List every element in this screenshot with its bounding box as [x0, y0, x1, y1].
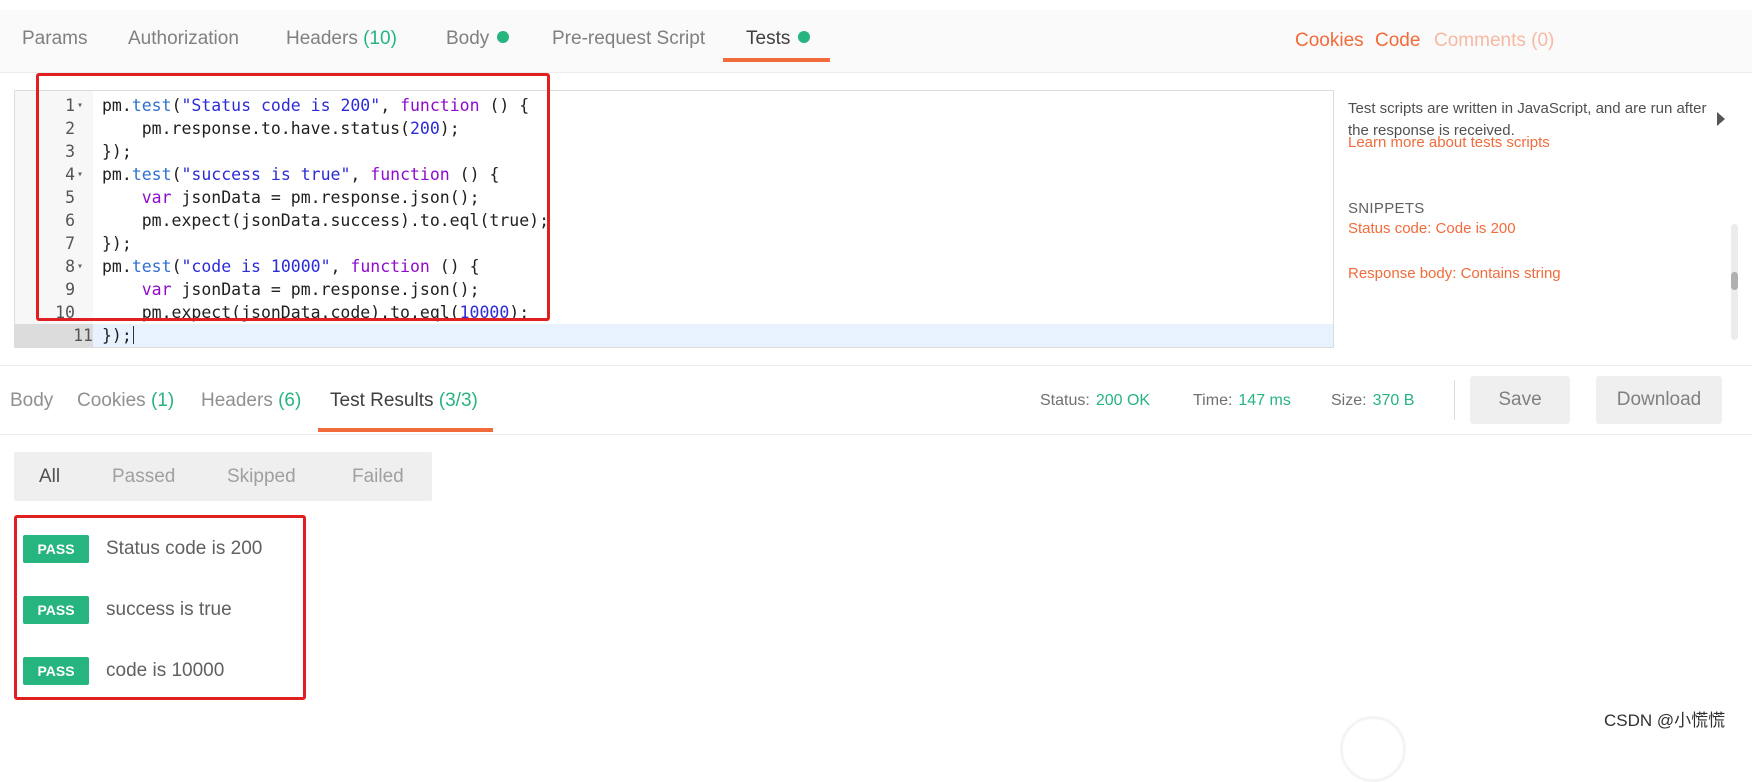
pass-badge: PASS	[23, 596, 89, 624]
code-line[interactable]: 11});	[15, 324, 1333, 347]
test-result-name: code is 10000	[106, 660, 225, 681]
snippets-heading: SNIPPETS	[1348, 200, 1425, 217]
tab-response-cookies-count: (1)	[150, 390, 175, 411]
tab-body-label: Body	[446, 28, 490, 49]
tab-response-cookies[interactable]: Cookies (1)	[77, 390, 174, 412]
download-button[interactable]: Download	[1596, 376, 1722, 424]
status-value: 200 OK	[1095, 392, 1151, 409]
body-indicator-dot	[497, 31, 510, 43]
line-number: 11	[15, 324, 93, 347]
toolbar-divider	[1454, 380, 1455, 420]
watermark: CSDN @小慌慌	[1604, 711, 1726, 730]
tab-headers-count: (10)	[363, 28, 397, 49]
response-tab-bar: Body Cookies (1) Headers (6) Test Result…	[0, 365, 1752, 435]
code-link[interactable]: Code	[1375, 30, 1420, 52]
time-readout: Time: 147 ms	[1193, 392, 1291, 410]
filter-passed[interactable]: Passed	[112, 466, 175, 488]
snippet-status-code[interactable]: Status code: Code is 200	[1348, 220, 1516, 237]
tab-prerequest-script[interactable]: Pre-request Script	[552, 28, 705, 50]
size-readout: Size: 370 B	[1331, 392, 1414, 410]
tab-body[interactable]: Body	[446, 28, 510, 50]
status-label: Status:	[1040, 392, 1090, 409]
tab-test-results-count: (3/3)	[438, 390, 478, 411]
tests-indicator-dot	[798, 31, 811, 43]
tab-test-results[interactable]: Test Results (3/3)	[330, 390, 478, 412]
filter-skipped[interactable]: Skipped	[227, 466, 296, 488]
tab-test-results-label: Test Results	[330, 390, 434, 411]
status-readout: Status: 200 OK	[1040, 392, 1150, 410]
tab-response-cookies-label: Cookies	[77, 390, 146, 411]
tab-response-headers[interactable]: Headers (6)	[201, 390, 301, 412]
test-result-name: success is true	[106, 599, 232, 620]
tab-headers[interactable]: Headers (10)	[286, 28, 397, 50]
pass-badge: PASS	[23, 657, 89, 685]
pass-badge: PASS	[23, 535, 89, 563]
collapse-panel-icon[interactable]	[1717, 112, 1725, 126]
cookies-link[interactable]: Cookies	[1295, 30, 1364, 52]
save-button[interactable]: Save	[1470, 376, 1570, 424]
tab-tests-label: Tests	[746, 28, 791, 49]
text-cursor	[132, 326, 134, 344]
time-label: Time:	[1193, 392, 1233, 409]
watermark-shape	[1340, 716, 1406, 782]
filter-failed[interactable]: Failed	[352, 466, 404, 488]
response-tab-underline	[318, 428, 493, 432]
code-highlight-box	[36, 73, 550, 321]
result-filter-group: All Passed Skipped Failed	[14, 452, 432, 501]
snippet-response-body[interactable]: Response body: Contains string	[1348, 265, 1561, 282]
active-tab-underline	[723, 58, 830, 62]
help-scrollbar-thumb[interactable]	[1731, 272, 1738, 290]
test-result-name: Status code is 200	[106, 538, 263, 559]
tab-tests[interactable]: Tests	[746, 28, 811, 50]
code-text: });	[102, 326, 134, 345]
request-tab-bar: Params Authorization Headers (10) Body P…	[0, 10, 1752, 73]
tab-response-headers-count: (6)	[278, 390, 302, 411]
tab-authorization[interactable]: Authorization	[128, 28, 239, 50]
size-value: 370 B	[1372, 392, 1415, 409]
learn-more-link[interactable]: Learn more about tests scripts	[1348, 134, 1550, 151]
tab-response-body[interactable]: Body	[10, 390, 53, 412]
time-value: 147 ms	[1238, 392, 1291, 409]
filter-all[interactable]: All	[39, 466, 60, 488]
tab-params[interactable]: Params	[22, 28, 87, 50]
tab-headers-label: Headers	[286, 28, 358, 49]
size-label: Size:	[1331, 392, 1367, 409]
comments-link[interactable]: Comments (0)	[1434, 30, 1554, 52]
tab-response-headers-label: Headers	[201, 390, 273, 411]
